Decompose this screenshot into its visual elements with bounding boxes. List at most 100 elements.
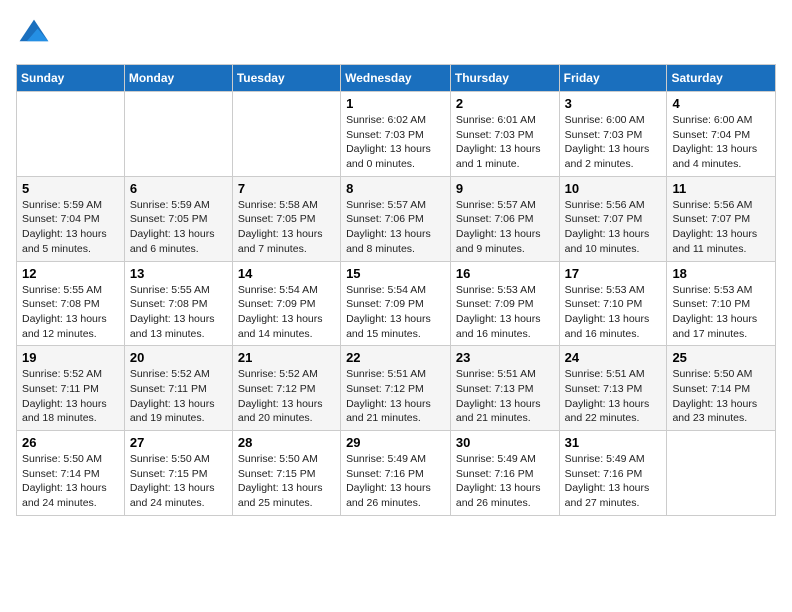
day-info: Sunrise: 5:55 AMSunset: 7:08 PMDaylight:… <box>22 283 119 342</box>
day-info: Sunrise: 5:52 AMSunset: 7:11 PMDaylight:… <box>22 367 119 426</box>
calendar-cell: 25 Sunrise: 5:50 AMSunset: 7:14 PMDayligh… <box>667 346 776 431</box>
day-info: Sunrise: 5:57 AMSunset: 7:06 PMDaylight:… <box>456 198 554 257</box>
day-info: Sunrise: 5:51 AMSunset: 7:13 PMDaylight:… <box>565 367 662 426</box>
day-number: 7 <box>238 181 335 196</box>
weekday-header: Monday <box>124 65 232 92</box>
calendar-cell: 28 Sunrise: 5:50 AMSunset: 7:15 PMDayligh… <box>232 431 340 516</box>
calendar-cell: 2 Sunrise: 6:01 AMSunset: 7:03 PMDaylight… <box>450 92 559 177</box>
calendar-cell: 14 Sunrise: 5:54 AMSunset: 7:09 PMDayligh… <box>232 261 340 346</box>
weekday-header: Saturday <box>667 65 776 92</box>
calendar-cell: 8 Sunrise: 5:57 AMSunset: 7:06 PMDaylight… <box>341 176 451 261</box>
day-number: 13 <box>130 266 227 281</box>
day-number: 18 <box>672 266 770 281</box>
day-info: Sunrise: 6:02 AMSunset: 7:03 PMDaylight:… <box>346 113 445 172</box>
calendar-cell: 9 Sunrise: 5:57 AMSunset: 7:06 PMDaylight… <box>450 176 559 261</box>
calendar-week-row: 26 Sunrise: 5:50 AMSunset: 7:14 PMDayligh… <box>17 431 776 516</box>
day-number: 4 <box>672 96 770 111</box>
calendar-cell: 31 Sunrise: 5:49 AMSunset: 7:16 PMDayligh… <box>559 431 667 516</box>
day-number: 9 <box>456 181 554 196</box>
calendar-cell: 20 Sunrise: 5:52 AMSunset: 7:11 PMDayligh… <box>124 346 232 431</box>
day-number: 1 <box>346 96 445 111</box>
weekday-header: Wednesday <box>341 65 451 92</box>
calendar-week-row: 1 Sunrise: 6:02 AMSunset: 7:03 PMDaylight… <box>17 92 776 177</box>
calendar-cell: 30 Sunrise: 5:49 AMSunset: 7:16 PMDayligh… <box>450 431 559 516</box>
day-number: 11 <box>672 181 770 196</box>
calendar-cell: 10 Sunrise: 5:56 AMSunset: 7:07 PMDayligh… <box>559 176 667 261</box>
day-number: 27 <box>130 435 227 450</box>
day-info: Sunrise: 5:59 AMSunset: 7:05 PMDaylight:… <box>130 198 227 257</box>
day-number: 31 <box>565 435 662 450</box>
day-number: 20 <box>130 350 227 365</box>
day-number: 6 <box>130 181 227 196</box>
day-info: Sunrise: 5:49 AMSunset: 7:16 PMDaylight:… <box>456 452 554 511</box>
weekday-header: Thursday <box>450 65 559 92</box>
day-info: Sunrise: 5:52 AMSunset: 7:12 PMDaylight:… <box>238 367 335 426</box>
day-info: Sunrise: 5:54 AMSunset: 7:09 PMDaylight:… <box>346 283 445 342</box>
calendar-week-row: 12 Sunrise: 5:55 AMSunset: 7:08 PMDayligh… <box>17 261 776 346</box>
day-number: 30 <box>456 435 554 450</box>
day-info: Sunrise: 5:56 AMSunset: 7:07 PMDaylight:… <box>565 198 662 257</box>
calendar-cell: 3 Sunrise: 6:00 AMSunset: 7:03 PMDaylight… <box>559 92 667 177</box>
weekday-header: Friday <box>559 65 667 92</box>
day-number: 5 <box>22 181 119 196</box>
calendar-cell: 12 Sunrise: 5:55 AMSunset: 7:08 PMDayligh… <box>17 261 125 346</box>
calendar-cell: 4Sunrise: 6:00 AMSunset: 7:04 PMDaylight… <box>667 92 776 177</box>
calendar-header-row: SundayMondayTuesdayWednesdayThursdayFrid… <box>17 65 776 92</box>
day-info: Sunrise: 6:00 AMSunset: 7:03 PMDaylight:… <box>565 113 662 172</box>
weekday-header: Tuesday <box>232 65 340 92</box>
calendar-cell: 22Sunrise: 5:51 AMSunset: 7:12 PMDayligh… <box>341 346 451 431</box>
day-number: 2 <box>456 96 554 111</box>
calendar-cell <box>17 92 125 177</box>
day-info: Sunrise: 5:53 AMSunset: 7:10 PMDaylight:… <box>565 283 662 342</box>
calendar-week-row: 19 Sunrise: 5:52 AMSunset: 7:11 PMDayligh… <box>17 346 776 431</box>
day-info: Sunrise: 5:50 AMSunset: 7:15 PMDaylight:… <box>130 452 227 511</box>
day-number: 23 <box>456 350 554 365</box>
day-number: 3 <box>565 96 662 111</box>
day-number: 21 <box>238 350 335 365</box>
calendar-cell <box>667 431 776 516</box>
day-number: 17 <box>565 266 662 281</box>
day-number: 29 <box>346 435 445 450</box>
day-number: 25 <box>672 350 770 365</box>
calendar-cell: 27 Sunrise: 5:50 AMSunset: 7:15 PMDayligh… <box>124 431 232 516</box>
calendar-cell: 1 Sunrise: 6:02 AMSunset: 7:03 PMDaylight… <box>341 92 451 177</box>
day-info: Sunrise: 5:49 AMSunset: 7:16 PMDaylight:… <box>565 452 662 511</box>
day-number: 19 <box>22 350 119 365</box>
logo-icon <box>16 16 52 52</box>
day-number: 15 <box>346 266 445 281</box>
day-info: Sunrise: 5:50 AMSunset: 7:15 PMDaylight:… <box>238 452 335 511</box>
day-info: Sunrise: 5:50 AMSunset: 7:14 PMDaylight:… <box>22 452 119 511</box>
day-number: 8 <box>346 181 445 196</box>
day-info: Sunrise: 5:52 AMSunset: 7:11 PMDaylight:… <box>130 367 227 426</box>
day-number: 12 <box>22 266 119 281</box>
day-info: Sunrise: 5:59 AMSunset: 7:04 PMDaylight:… <box>22 198 119 257</box>
day-number: 24 <box>565 350 662 365</box>
page-header <box>16 16 776 52</box>
day-info: Sunrise: 5:58 AMSunset: 7:05 PMDaylight:… <box>238 198 335 257</box>
day-info: Sunrise: 5:55 AMSunset: 7:08 PMDaylight:… <box>130 283 227 342</box>
logo <box>16 16 56 52</box>
calendar-cell: 7 Sunrise: 5:58 AMSunset: 7:05 PMDaylight… <box>232 176 340 261</box>
day-info: Sunrise: 6:01 AMSunset: 7:03 PMDaylight:… <box>456 113 554 172</box>
calendar-cell: 16Sunrise: 5:53 AMSunset: 7:09 PMDayligh… <box>450 261 559 346</box>
day-info: Sunrise: 5:50 AMSunset: 7:14 PMDaylight:… <box>672 367 770 426</box>
calendar-cell: 17 Sunrise: 5:53 AMSunset: 7:10 PMDayligh… <box>559 261 667 346</box>
calendar-cell: 21 Sunrise: 5:52 AMSunset: 7:12 PMDayligh… <box>232 346 340 431</box>
day-info: Sunrise: 5:54 AMSunset: 7:09 PMDaylight:… <box>238 283 335 342</box>
day-info: Sunrise: 5:56 AMSunset: 7:07 PMDaylight:… <box>672 198 770 257</box>
calendar-cell: 5 Sunrise: 5:59 AMSunset: 7:04 PMDaylight… <box>17 176 125 261</box>
day-info: Sunrise: 5:49 AMSunset: 7:16 PMDaylight:… <box>346 452 445 511</box>
calendar-cell <box>232 92 340 177</box>
calendar-cell: 13 Sunrise: 5:55 AMSunset: 7:08 PMDayligh… <box>124 261 232 346</box>
day-number: 28 <box>238 435 335 450</box>
calendar-cell: 6 Sunrise: 5:59 AMSunset: 7:05 PMDaylight… <box>124 176 232 261</box>
calendar-week-row: 5 Sunrise: 5:59 AMSunset: 7:04 PMDaylight… <box>17 176 776 261</box>
day-number: 10 <box>565 181 662 196</box>
calendar-cell: 15 Sunrise: 5:54 AMSunset: 7:09 PMDayligh… <box>341 261 451 346</box>
calendar-cell <box>124 92 232 177</box>
calendar-table: SundayMondayTuesdayWednesdayThursdayFrid… <box>16 64 776 516</box>
day-info: Sunrise: 5:53 AMSunset: 7:09 PMDaylight:… <box>456 283 554 342</box>
day-number: 14 <box>238 266 335 281</box>
day-number: 26 <box>22 435 119 450</box>
day-info: Sunrise: 5:57 AMSunset: 7:06 PMDaylight:… <box>346 198 445 257</box>
